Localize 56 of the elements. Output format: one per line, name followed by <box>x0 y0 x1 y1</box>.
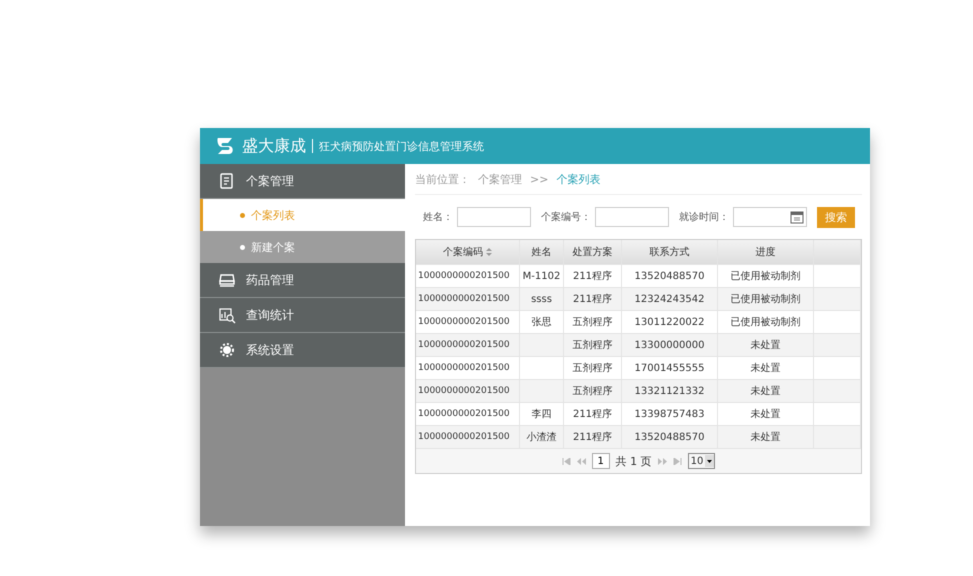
column-header <box>814 240 861 265</box>
table-cell: 211程序 <box>564 288 622 311</box>
first-page-icon[interactable] <box>562 458 571 464</box>
last-page-icon[interactable] <box>672 458 682 464</box>
table-cell: 五剂程序 <box>564 334 622 357</box>
sidebar-label: 个案管理 <box>246 172 294 190</box>
table-cell: 1000000000201500 <box>416 380 520 403</box>
table-cell: 五剂程序 <box>564 380 622 403</box>
sort-icon[interactable] <box>486 248 492 256</box>
table-cell: 13321121332 <box>622 380 718 403</box>
sidebar-item[interactable]: 药品管理 <box>200 263 405 298</box>
table-cell <box>520 334 564 357</box>
sidebar-item[interactable]: 系统设置 <box>200 333 405 368</box>
field-label: 就诊时间： <box>679 210 729 224</box>
column-header[interactable]: 进度 <box>718 240 814 265</box>
sidebar-item[interactable]: 个案管理 <box>200 164 405 199</box>
table-cell: ssss <box>520 288 564 311</box>
sidebar-label: 查询统计 <box>246 306 294 324</box>
table-cell: 1000000000201500 <box>416 288 520 311</box>
page-total: 共 1 页 <box>616 454 652 468</box>
system-title: 狂犬病预防处置门诊信息管理系统 <box>319 138 484 154</box>
input-field[interactable] <box>595 207 669 227</box>
previous-page-icon[interactable] <box>576 458 586 464</box>
page-size-select[interactable]: 10 <box>688 453 716 469</box>
sidebar-label: 系统设置 <box>246 342 294 358</box>
input-field[interactable] <box>457 207 531 227</box>
sidebar-item[interactable]: 查询统计 <box>200 298 405 333</box>
column-header[interactable]: 联系方式 <box>622 240 718 265</box>
chart-search-icon <box>218 306 236 324</box>
column-header[interactable]: 个案编码 <box>416 240 520 265</box>
table-cell: 未处置 <box>718 380 814 403</box>
field-label: 姓名： <box>423 211 453 224</box>
table-cell: 12324243542 <box>622 288 718 311</box>
calendar-icon[interactable] <box>790 210 804 224</box>
table-cell <box>814 334 861 357</box>
page-number-field[interactable]: 1 <box>592 453 610 469</box>
next-page-icon[interactable] <box>658 458 667 464</box>
settings-icon <box>218 341 236 359</box>
bullet-icon <box>240 244 245 250</box>
table-cell: 已使用被动制剂 <box>718 288 814 311</box>
field-label: 个案编号： <box>541 210 591 224</box>
table-cell <box>520 380 564 403</box>
breadcrumb-label: 当前位置： <box>415 172 470 186</box>
table-cell <box>814 380 861 403</box>
brand-name: 盛大康成 <box>242 136 306 156</box>
bullet-icon <box>240 212 245 218</box>
column-header[interactable]: 姓名 <box>520 240 564 265</box>
table-cell: 13300000000 <box>622 334 718 357</box>
table-cell: 未处置 <box>718 334 814 357</box>
table-cell <box>814 288 861 311</box>
column-header[interactable]: 处置方案 <box>564 240 622 265</box>
date-field[interactable] <box>733 207 807 227</box>
breadcrumb-separator: >> <box>530 172 548 186</box>
sidebar-label: 药品管理 <box>246 272 294 288</box>
caret-icon <box>705 455 714 467</box>
table-cell: 1000000000201500 <box>416 334 520 357</box>
